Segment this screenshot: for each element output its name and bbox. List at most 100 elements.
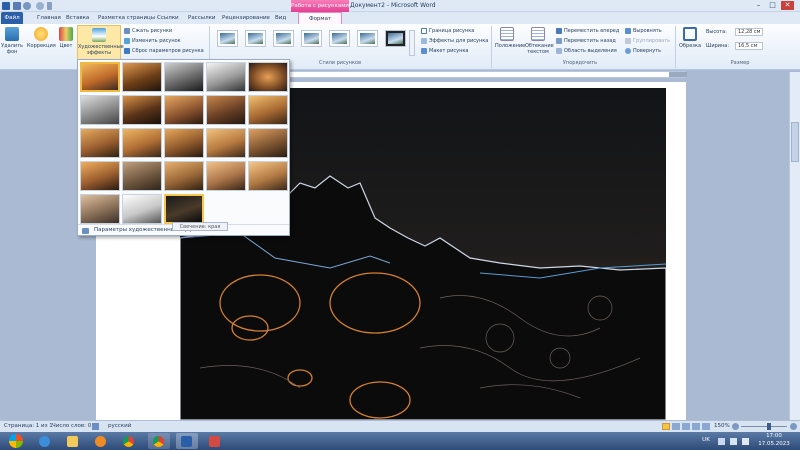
- tray-network-icon[interactable]: [730, 438, 737, 445]
- picture-layout-button[interactable]: Макет рисунка: [421, 47, 468, 55]
- view-print-layout-icon[interactable]: [662, 423, 670, 430]
- width-input[interactable]: 16,5 см: [735, 42, 763, 50]
- customize-qat-icon[interactable]: [47, 2, 52, 10]
- media-player-taskbar-button[interactable]: [90, 433, 112, 449]
- app-taskbar-button[interactable]: [204, 433, 226, 449]
- wrap-text-button[interactable]: Обтекание текстом: [525, 27, 554, 55]
- artistic-effect-thumbnail[interactable]: [164, 161, 204, 191]
- artistic-effect-thumbnail[interactable]: [80, 161, 120, 191]
- compress-pictures-button[interactable]: Сжать рисунки: [124, 27, 172, 35]
- chrome-taskbar-button[interactable]: [118, 433, 140, 449]
- artistic-effect-thumbnail[interactable]: [80, 95, 120, 125]
- remove-background-button[interactable]: Удалить фон: [1, 27, 23, 55]
- view-web-layout-icon[interactable]: [682, 423, 690, 430]
- tab-mailings[interactable]: Рассылки: [188, 12, 216, 24]
- bring-forward-icon: [556, 27, 562, 34]
- picture-style-6[interactable]: [357, 30, 378, 47]
- bring-forward-button[interactable]: Переместить вперед: [556, 27, 619, 35]
- picture-effects-button[interactable]: Эффекты для рисунка: [421, 37, 488, 45]
- view-full-screen-icon[interactable]: [672, 423, 680, 430]
- color-button[interactable]: Цвет: [58, 27, 74, 49]
- zoom-in-icon[interactable]: [790, 423, 797, 430]
- picture-style-4[interactable]: [301, 30, 322, 47]
- height-input[interactable]: 12,28 см: [735, 28, 763, 36]
- word-app-icon[interactable]: [2, 2, 10, 10]
- artistic-effect-thumbnail[interactable]: [80, 128, 120, 158]
- artistic-effect-thumbnail[interactable]: [80, 62, 120, 92]
- tab-review[interactable]: Рецензирование: [222, 12, 270, 24]
- corrections-button[interactable]: Коррекция: [27, 27, 56, 49]
- proofing-icon[interactable]: [92, 423, 99, 430]
- close-button[interactable]: ✕: [781, 1, 794, 10]
- zoom-level[interactable]: 150%: [714, 421, 730, 432]
- minimize-button[interactable]: –: [752, 1, 765, 10]
- view-draft-icon[interactable]: [702, 423, 710, 430]
- styles-more-arrow[interactable]: [409, 30, 415, 56]
- artistic-effect-thumbnail[interactable]: [164, 95, 204, 125]
- tab-view[interactable]: Вид: [275, 12, 286, 24]
- picture-style-7[interactable]: [385, 30, 406, 47]
- artistic-effect-thumbnail[interactable]: [122, 95, 162, 125]
- tab-format[interactable]: Формат: [298, 12, 342, 24]
- tab-insert[interactable]: Вставка: [66, 12, 89, 24]
- tray-volume-icon[interactable]: [742, 438, 749, 445]
- save-icon[interactable]: [13, 2, 21, 10]
- artistic-effect-thumbnail[interactable]: [164, 62, 204, 92]
- artistic-effect-thumbnail[interactable]: [122, 194, 162, 224]
- undo-icon[interactable]: [23, 2, 31, 10]
- maximize-button[interactable]: □: [766, 1, 779, 10]
- crop-button[interactable]: Обрезка: [679, 27, 701, 49]
- artistic-effect-thumbnail[interactable]: [248, 161, 288, 191]
- folder-icon: [67, 436, 78, 447]
- artistic-effect-thumbnail[interactable]: [164, 194, 204, 224]
- word-taskbar-button[interactable]: [176, 433, 198, 449]
- artistic-effect-thumbnail[interactable]: [248, 95, 288, 125]
- change-picture-button[interactable]: Изменить рисунок: [124, 37, 181, 45]
- tab-home[interactable]: Главная: [37, 12, 61, 24]
- ie-taskbar-button[interactable]: [34, 433, 56, 449]
- zoom-slider[interactable]: [741, 423, 787, 430]
- position-button[interactable]: Положение: [495, 27, 525, 49]
- redo-icon[interactable]: [36, 2, 44, 10]
- picture-style-5[interactable]: [329, 30, 350, 47]
- language-indicator[interactable]: UK: [700, 436, 712, 445]
- scroll-thumb[interactable]: [791, 122, 799, 162]
- artistic-effect-thumbnail[interactable]: [206, 161, 246, 191]
- picture-border-button[interactable]: Граница рисунка: [421, 27, 474, 35]
- artistic-effect-thumbnail[interactable]: [122, 62, 162, 92]
- artistic-effect-thumbnail[interactable]: [80, 194, 120, 224]
- view-outline-icon[interactable]: [692, 423, 700, 430]
- zoom-slider-thumb[interactable]: [767, 423, 771, 430]
- vertical-scrollbar[interactable]: [789, 72, 800, 424]
- tray-flag-icon[interactable]: [718, 438, 725, 445]
- artistic-effect-thumbnail[interactable]: [248, 62, 288, 92]
- artistic-effect-thumbnail[interactable]: [248, 128, 288, 158]
- selection-pane-button[interactable]: Область выделения: [556, 47, 617, 55]
- tab-file[interactable]: Файл: [1, 12, 23, 24]
- page-count[interactable]: Страница: 1 из 1: [4, 421, 53, 432]
- picture-style-1[interactable]: [217, 30, 238, 47]
- start-button[interactable]: [2, 433, 30, 449]
- send-backward-button[interactable]: Переместить назад: [556, 37, 616, 45]
- tab-page-layout[interactable]: Разметка страницы: [98, 12, 155, 24]
- chrome-taskbar-button-2[interactable]: [148, 433, 170, 449]
- artistic-effect-thumbnail[interactable]: [206, 62, 246, 92]
- artistic-effect-thumbnail[interactable]: [122, 161, 162, 191]
- explorer-taskbar-button[interactable]: [62, 433, 84, 449]
- rotate-button[interactable]: Повернуть: [625, 47, 661, 55]
- zoom-out-icon[interactable]: [732, 423, 739, 430]
- artistic-effect-thumbnail[interactable]: [206, 128, 246, 158]
- artistic-effect-thumbnail[interactable]: [206, 95, 246, 125]
- clock-date[interactable]: 17.05.2023: [755, 440, 793, 449]
- artistic-effect-thumbnail[interactable]: [122, 128, 162, 158]
- word-count[interactable]: Число слов: 0: [52, 421, 91, 432]
- group-button[interactable]: Группировать: [625, 37, 670, 45]
- picture-style-2[interactable]: [245, 30, 266, 47]
- picture-style-3[interactable]: [273, 30, 294, 47]
- language[interactable]: русский: [108, 421, 131, 432]
- artistic-effect-thumbnail[interactable]: [164, 128, 204, 158]
- sun-icon: [34, 27, 48, 41]
- tab-references[interactable]: Ссылки: [157, 12, 179, 24]
- align-button[interactable]: Выровнять: [625, 27, 662, 35]
- reset-picture-button[interactable]: Сброс параметров рисунка: [124, 47, 204, 55]
